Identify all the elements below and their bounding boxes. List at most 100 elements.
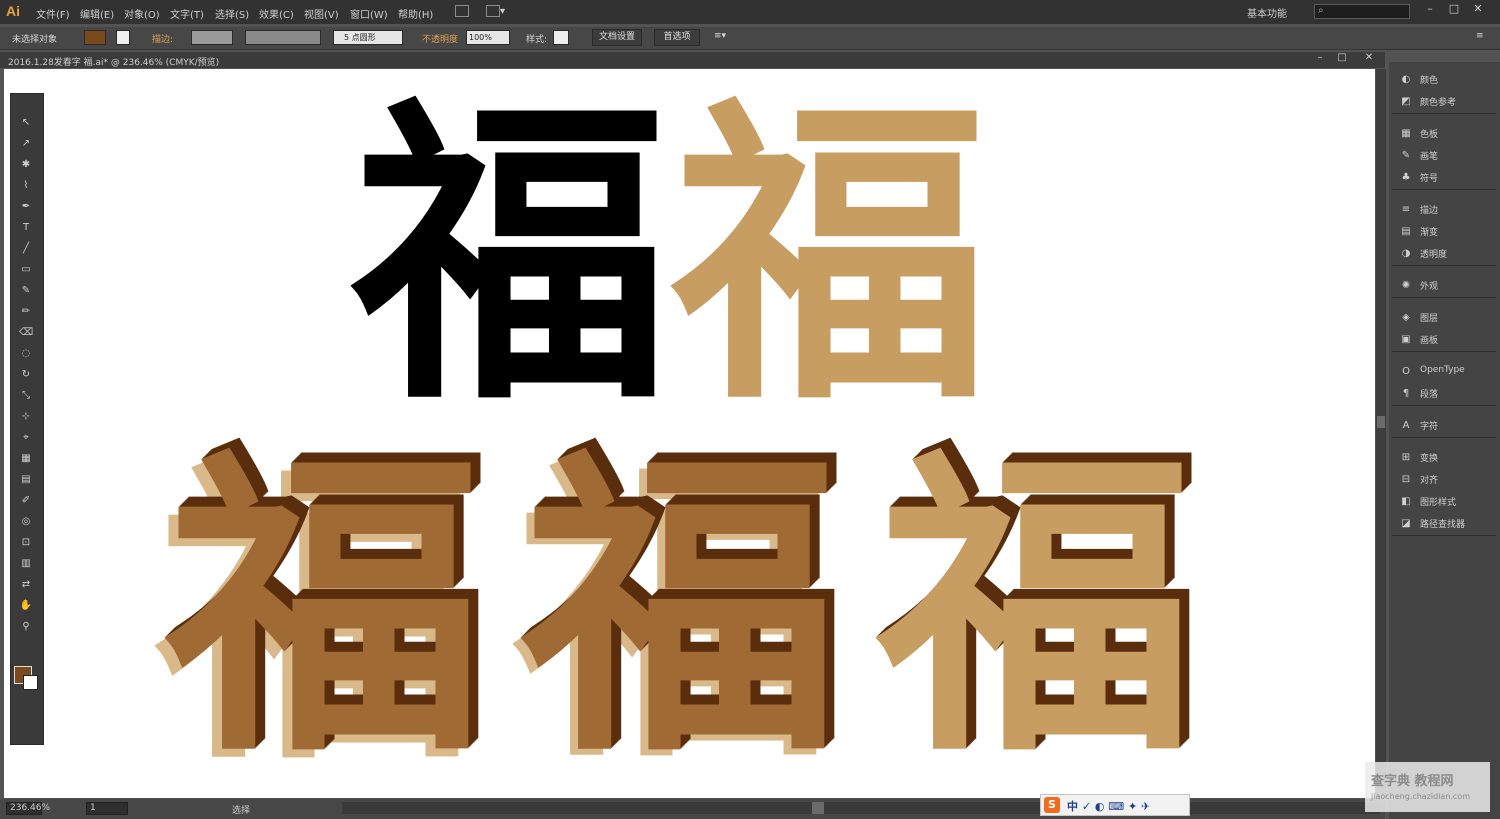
zoom-field[interactable]: 236.46% xyxy=(6,802,50,815)
glyph-tan[interactable]: 福 xyxy=(672,96,990,414)
document-setup-button[interactable]: 文档设置 xyxy=(592,29,642,46)
horizontal-scrollbar[interactable] xyxy=(342,802,1380,814)
rotate-tool-icon[interactable]: ◌ xyxy=(19,347,33,361)
color-icon[interactable]: ◐ xyxy=(1400,74,1412,85)
appearance-icon[interactable]: ✺ xyxy=(1400,280,1412,291)
blend-tool-icon[interactable]: ◎ xyxy=(19,515,33,529)
help-search-input[interactable]: ⌕ xyxy=(1314,4,1410,19)
lasso-tool-icon[interactable]: ⌇ xyxy=(19,179,33,193)
menu-item-1[interactable]: 编辑(E) xyxy=(80,6,114,21)
brushes-icon[interactable]: ✎ xyxy=(1400,150,1412,161)
maximize-button[interactable]: □ xyxy=(1442,2,1466,18)
fill-swatch[interactable] xyxy=(84,30,106,45)
panel-label-stroke[interactable]: 描边 xyxy=(1420,203,1438,216)
panel-label-color[interactable]: 颜色 xyxy=(1420,73,1438,86)
eyedropper-tool-icon[interactable]: ✐ xyxy=(19,494,33,508)
gradient-tool-icon[interactable]: ▤ xyxy=(19,473,33,487)
shape-builder-tool-icon[interactable]: ⌖ xyxy=(19,431,33,445)
minimize-button[interactable]: – xyxy=(1418,2,1442,18)
character-icon[interactable]: A xyxy=(1400,420,1412,431)
menu-item-8[interactable]: 帮助(H) xyxy=(398,6,433,21)
glyph-black[interactable]: 福 xyxy=(352,96,670,414)
panel-label-transparency[interactable]: 透明度 xyxy=(1420,247,1447,260)
color-guide-icon[interactable]: ◩ xyxy=(1400,96,1412,107)
glyph-3d-1[interactable]: 福 xyxy=(166,448,484,766)
hand-tool-icon[interactable]: ✋ xyxy=(19,599,33,613)
rectangle-tool-icon[interactable]: ▭ xyxy=(19,263,33,277)
line-tool-icon[interactable]: ╱ xyxy=(19,242,33,256)
swatches-icon[interactable]: ▦ xyxy=(1400,128,1412,139)
panel-label-symbols[interactable]: 符号 xyxy=(1420,171,1438,184)
menu-item-0[interactable]: 文件(F) xyxy=(36,6,70,21)
artboard-tool-icon[interactable]: ⇄ xyxy=(19,578,33,592)
magic-wand-tool-icon[interactable]: ✱ xyxy=(19,158,33,172)
variable-width-profile[interactable] xyxy=(245,30,321,45)
menu-item-5[interactable]: 效果(C) xyxy=(259,6,294,21)
pathfinder-icon[interactable]: ◪ xyxy=(1400,518,1412,529)
menu-item-4[interactable]: 选择(S) xyxy=(215,6,249,21)
paragraph-icon[interactable]: ¶ xyxy=(1400,388,1412,399)
zoom-tool-icon[interactable]: ⚲ xyxy=(19,620,33,634)
ime-mode-icon[interactable]: 中 ✓ ◐ ⌨ ✦ ✈ xyxy=(1067,798,1150,814)
opacity-label[interactable]: 不透明度 xyxy=(422,32,458,45)
eraser-tool-icon[interactable]: ⌫ xyxy=(19,326,33,340)
workspace-switcher[interactable]: 基本功能 xyxy=(1247,5,1287,20)
menu-item-6[interactable]: 视图(V) xyxy=(304,6,339,21)
pencil-tool-icon[interactable]: ✏ xyxy=(19,305,33,319)
panel-label-appearance[interactable]: 外观 xyxy=(1420,279,1438,292)
panel-label-swatches[interactable]: 色板 xyxy=(1420,127,1438,140)
doc-close-button[interactable]: ✕ xyxy=(1357,52,1381,66)
brush-definition[interactable]: 5 点圆形 xyxy=(333,30,403,45)
arrange-documents-icon[interactable] xyxy=(486,5,500,17)
close-window-button[interactable]: ✕ xyxy=(1466,2,1490,18)
stroke-icon[interactable]: ≡ xyxy=(1400,204,1412,215)
ime-toolbar[interactable]: S 中 ✓ ◐ ⌨ ✦ ✈ xyxy=(1040,794,1190,816)
type-tool-icon[interactable]: T xyxy=(19,221,33,235)
scale-tool-icon[interactable]: ⤡ xyxy=(19,389,33,403)
chevron-down-icon[interactable]: ▾ xyxy=(500,6,505,17)
panel-label-transform[interactable]: 变换 xyxy=(1420,451,1438,464)
transform-icon[interactable]: ⊞ xyxy=(1400,452,1412,463)
graphic-styles-icon[interactable]: ◧ xyxy=(1400,496,1412,507)
reflect-tool-icon[interactable]: ↻ xyxy=(19,368,33,382)
artboards-icon[interactable]: ▣ xyxy=(1400,334,1412,345)
direct-selection-tool-icon[interactable]: ↗ xyxy=(19,137,33,151)
panel-label-color-guide[interactable]: 颜色参考 xyxy=(1420,95,1456,108)
glyph-3d-3[interactable]: 福 xyxy=(877,448,1195,766)
paintbrush-tool-icon[interactable]: ✎ xyxy=(19,284,33,298)
panel-label-paragraph[interactable]: 段落 xyxy=(1420,387,1438,400)
panel-label-pathfinder[interactable]: 路径查找器 xyxy=(1420,517,1465,530)
status-text[interactable]: 选择 xyxy=(232,803,250,816)
doc-minimize-button[interactable]: – xyxy=(1308,52,1332,66)
layers-icon[interactable]: ◈ xyxy=(1400,312,1412,323)
menu-item-7[interactable]: 窗口(W) xyxy=(350,6,388,21)
artboard-navigation-field[interactable]: 1 xyxy=(86,802,128,815)
bridge-icon[interactable] xyxy=(455,5,469,17)
vertical-scroll-thumb[interactable] xyxy=(1377,416,1385,428)
menu-item-3[interactable]: 文字(T) xyxy=(170,6,204,21)
doc-restore-button[interactable]: □ xyxy=(1330,52,1354,66)
mesh-tool-icon[interactable]: ▦ xyxy=(19,452,33,466)
stroke-color-box[interactable] xyxy=(23,675,38,690)
transparency-icon[interactable]: ◑ xyxy=(1400,248,1412,259)
panel-label-character[interactable]: 字符 xyxy=(1420,419,1438,432)
pen-tool-icon[interactable]: ✒ xyxy=(19,200,33,214)
preferences-button[interactable]: 首选项 xyxy=(654,29,700,46)
menu-item-2[interactable]: 对象(O) xyxy=(124,6,160,21)
panel-menu-icon[interactable]: ≡ xyxy=(1476,31,1484,41)
stroke-weight-field[interactable] xyxy=(191,30,233,45)
panel-label-opentype[interactable]: OpenType xyxy=(1420,365,1465,375)
control-bar-menu-icon[interactable]: ≡▾ xyxy=(714,31,726,41)
graph-tool-icon[interactable]: ▥ xyxy=(19,557,33,571)
panel-label-brushes[interactable]: 画笔 xyxy=(1420,149,1438,162)
vertical-scrollbar[interactable] xyxy=(1376,69,1386,798)
panel-label-layers[interactable]: 图层 xyxy=(1420,311,1438,324)
opentype-icon[interactable]: O xyxy=(1400,366,1412,377)
graphic-style-swatch[interactable] xyxy=(553,30,569,45)
align-icon[interactable]: ⊟ xyxy=(1400,474,1412,485)
panel-label-gradient[interactable]: 渐变 xyxy=(1420,225,1438,238)
glyph-3d-2[interactable]: 福 xyxy=(522,448,840,766)
horizontal-scroll-thumb[interactable] xyxy=(812,802,824,814)
opacity-field[interactable]: 100% xyxy=(466,30,510,45)
symbols-icon[interactable]: ♣ xyxy=(1400,172,1412,183)
